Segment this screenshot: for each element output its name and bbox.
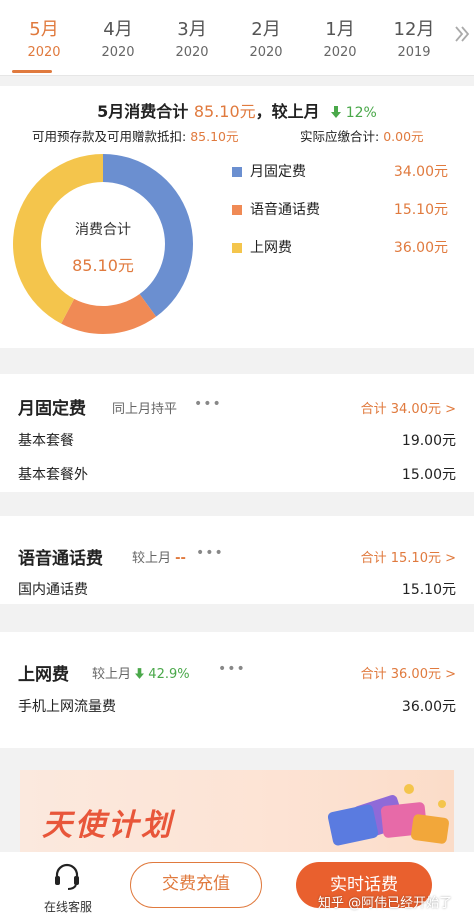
section-compare-text: 较上月	[92, 667, 132, 682]
tab-month-label: 1月	[325, 19, 355, 40]
section-compare-text: 同上月持平	[112, 402, 178, 417]
tab-year-label: 2020	[249, 45, 283, 60]
section-fixed-fee: 月固定费 同上月持平 ••• 合计 34.00元 > 基本套餐 19.00元 基…	[0, 374, 474, 492]
active-tab-indicator	[12, 70, 52, 73]
tab-year-label: 2020	[323, 45, 357, 60]
fee-row-value: 15.10元	[401, 582, 456, 598]
legend-item-data-fee: 上网费 36.00元	[232, 236, 448, 260]
legend-item-voice-fee: 语音通话费 15.10元	[232, 198, 448, 222]
fee-row-value: 36.00元	[401, 699, 456, 715]
section-total-link[interactable]: 合计 36.00元 >	[361, 663, 456, 682]
section-voice-fee: 语音通话费 较上月 -- ••• 合计 15.10元 > 国内通话费 15.10…	[0, 516, 474, 604]
banner-card-graphic	[326, 803, 380, 847]
banner-title: 天使计划	[42, 808, 174, 843]
legend-name: 月固定费	[250, 164, 306, 180]
arrow-down-icon	[331, 106, 342, 118]
fee-row-name: 基本套餐	[18, 433, 74, 449]
section-compare-text: 较上月	[132, 551, 172, 566]
tab-month-3[interactable]: 3月 2020	[162, 18, 222, 62]
legend-value: 34.00元	[393, 164, 448, 180]
payable-value: 0.00元	[383, 129, 424, 144]
summary-change-value: 12%	[345, 105, 377, 121]
section-data-fee: 上网费 较上月 42.9% ••• 合计 36.00元 > 手机上网流量费 36…	[0, 632, 474, 748]
tab-month-6[interactable]: 12月 2019	[384, 18, 444, 62]
fee-row-value: 15.00元	[401, 467, 456, 483]
section-compare: 同上月持平	[112, 398, 177, 417]
deduction-label: 可用预存款及可用赠款抵扣:	[32, 129, 187, 144]
section-total-link[interactable]: 合计 15.10元 >	[361, 547, 456, 566]
section-total-link[interactable]: 合计 34.00元 >	[361, 398, 456, 417]
fee-row-value: 19.00元	[401, 433, 456, 449]
legend-swatch	[232, 205, 242, 215]
online-service-label: 在线客服	[43, 900, 92, 914]
month-tabs: 5月 2020 4月 2020 3月 2020 2月 2020 1月 2020 …	[0, 0, 474, 76]
fee-row-name: 基本套餐外	[18, 467, 88, 483]
watermark-text: 知乎 @阿伟已经开始了	[318, 896, 453, 911]
summary-title-compare: ，较上月	[255, 102, 320, 121]
section-title: 上网费	[18, 665, 69, 685]
summary-title-amount: 85.10元	[193, 102, 256, 121]
tab-month-5[interactable]: 1月 2020	[310, 18, 370, 62]
summary-title-prefix: 5月消费合计	[97, 102, 189, 121]
payable-label: 实际应缴合计:	[300, 129, 380, 144]
more-dots-icon[interactable]: •••	[196, 545, 224, 561]
fee-row-name: 手机上网流量费	[18, 699, 116, 715]
tab-month-4[interactable]: 2月 2020	[236, 18, 296, 62]
tab-year-label: 2020	[27, 45, 61, 60]
fee-row-name: 国内通话费	[18, 582, 88, 598]
banner-card-graphic	[410, 813, 450, 845]
chevron-double-right-icon[interactable]	[454, 24, 470, 50]
legend-name: 语音通话费	[250, 202, 320, 218]
tab-year-label: 2019	[397, 45, 431, 60]
donut-slice-1	[61, 294, 157, 334]
tab-month-label: 3月	[177, 19, 207, 40]
donut-center-label: 消费合计	[75, 222, 131, 238]
section-compare: 较上月 42.9%	[92, 663, 190, 682]
legend-name: 上网费	[250, 240, 292, 256]
tab-month-label: 5月	[29, 19, 59, 40]
summary-card: 5月消费合计 85.10元，较上月 12% 可用预存款及可用赠款抵扣: 85.1…	[0, 86, 474, 348]
tab-month-2[interactable]: 4月 2020	[88, 18, 148, 62]
section-compare: 较上月 --	[132, 547, 186, 566]
legend-value: 15.10元	[393, 202, 448, 218]
summary-title: 5月消费合计 85.10元，较上月 12%	[0, 98, 474, 122]
tab-year-label: 2020	[175, 45, 209, 60]
legend-swatch	[232, 167, 242, 177]
legend-item-fixed-fee: 月固定费 34.00元	[232, 160, 448, 184]
donut-center-value: 85.10元	[72, 256, 134, 275]
summary-change: 12%	[331, 105, 377, 121]
more-dots-icon[interactable]: •••	[194, 396, 222, 412]
coin-icon	[404, 784, 414, 794]
tab-year-label: 2020	[101, 45, 135, 60]
deduction-line: 可用预存款及可用赠款抵扣: 85.10元	[32, 126, 239, 145]
angel-plan-banner[interactable]: 天使计划	[20, 770, 454, 852]
donut-slices	[12, 154, 194, 334]
tab-month-label: 12月	[393, 19, 435, 40]
more-dots-icon[interactable]: •••	[218, 661, 246, 677]
section-title: 月固定费	[18, 399, 86, 419]
tab-month-label: 4月	[103, 19, 133, 40]
recharge-button[interactable]: 交费充值	[130, 862, 262, 908]
spending-donut-chart	[12, 154, 194, 334]
section-compare-change: 42.9%	[148, 667, 190, 682]
tab-month-label: 2月	[251, 19, 281, 40]
deduction-value: 85.10元	[190, 129, 239, 144]
tab-month-1[interactable]: 5月 2020	[14, 18, 74, 62]
section-compare-change: --	[175, 551, 186, 566]
payable-line: 实际应缴合计: 0.00元	[300, 126, 424, 145]
bottom-action-bar: 在线客服 交费充值 实时话费 知乎 @阿伟已经开始了	[0, 852, 474, 924]
arrow-down-icon	[135, 668, 145, 679]
headset-icon	[55, 863, 79, 890]
coin-icon	[438, 800, 446, 808]
legend-swatch	[232, 243, 242, 253]
legend-value: 36.00元	[393, 240, 448, 256]
section-title: 语音通话费	[18, 549, 103, 569]
